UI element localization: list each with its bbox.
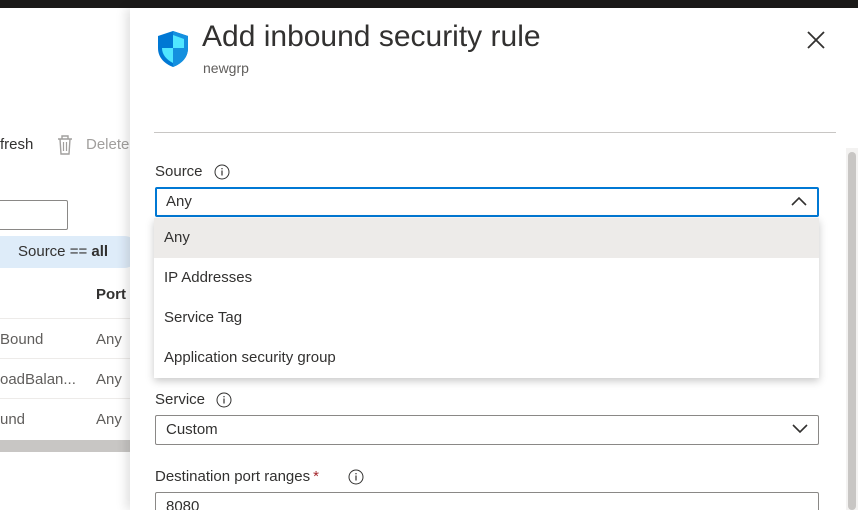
source-option-ip-addresses[interactable]: IP Addresses: [154, 258, 819, 298]
source-options-menu: Any IP Addresses Service Tag Application…: [154, 218, 819, 378]
header-divider: [154, 132, 836, 133]
row-port: Any: [96, 411, 122, 428]
row-name: Bound: [0, 331, 44, 348]
table-row[interactable]: Bound Any: [0, 318, 140, 358]
destination-port-ranges-value: 8080: [166, 498, 200, 510]
table-row[interactable]: und Any: [0, 398, 140, 438]
service-label: Service: [155, 391, 206, 408]
filter-pill[interactable]: Source == all: [0, 236, 140, 268]
horizontal-scrollbar[interactable]: [0, 440, 140, 452]
info-icon[interactable]: [348, 469, 364, 485]
destination-port-ranges-label: Destination port ranges *: [155, 468, 319, 485]
filter-pill-value: all: [91, 243, 109, 260]
filter-input[interactable]: [0, 200, 68, 230]
info-icon[interactable]: [214, 164, 230, 180]
service-dropdown-value: Custom: [166, 421, 218, 438]
destination-port-ranges-label-text: Destination port ranges: [155, 468, 311, 485]
source-dropdown-value: Any: [166, 193, 192, 210]
source-option-service-tag[interactable]: Service Tag: [154, 298, 819, 338]
info-icon[interactable]: [216, 392, 232, 408]
column-header-port[interactable]: Port: [96, 286, 126, 303]
trash-icon: [58, 135, 72, 155]
scrollbar-thumb[interactable]: [848, 152, 856, 510]
row-port: Any: [96, 331, 122, 348]
refresh-button[interactable]: fresh: [0, 136, 33, 153]
portal-top-bar: [0, 0, 858, 8]
row-name: und: [0, 411, 26, 428]
delete-button[interactable]: Delete: [86, 136, 129, 153]
row-name: oadBalan...: [0, 371, 76, 388]
close-icon[interactable]: [802, 26, 830, 54]
panel-title: Add inbound security rule: [202, 20, 541, 53]
service-dropdown[interactable]: Custom: [155, 415, 819, 445]
source-option-application-security-group[interactable]: Application security group: [154, 338, 819, 378]
row-port: Any: [96, 371, 122, 388]
source-dropdown[interactable]: Any: [155, 187, 819, 217]
chevron-down-icon: [792, 424, 808, 434]
filter-pill-field: Source: [18, 243, 66, 260]
source-option-any[interactable]: Any: [154, 218, 819, 258]
table-row[interactable]: oadBalan... Any: [0, 358, 140, 398]
add-inbound-rule-panel: Add inbound security rule newgrp Source …: [130, 8, 858, 510]
chevron-up-icon: [791, 196, 807, 206]
required-marker: *: [313, 468, 319, 485]
panel-scrollbar[interactable]: [846, 148, 858, 510]
destination-port-ranges-input[interactable]: 8080: [155, 492, 819, 510]
filter-pill-operator: ==: [69, 243, 88, 260]
panel-subtitle: newgrp: [203, 60, 249, 76]
shield-icon: [158, 31, 188, 67]
source-label: Source: [155, 163, 203, 180]
